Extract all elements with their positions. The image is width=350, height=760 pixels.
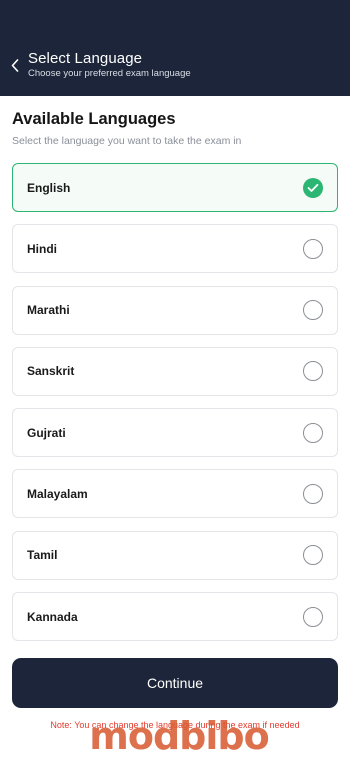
language-label: Sanskrit — [27, 364, 75, 379]
continue-button[interactable]: Continue — [12, 658, 338, 708]
app-header: Select Language Choose your preferred ex… — [0, 0, 350, 96]
language-label: Hindi — [27, 241, 57, 256]
language-label: Tamil — [27, 548, 58, 563]
radio-empty-icon[interactable] — [303, 606, 323, 627]
page-title: Select Language — [28, 50, 143, 67]
section-title: Available Languages — [12, 110, 176, 128]
radio-empty-icon[interactable] — [303, 422, 323, 443]
language-list: English Hindi Marathi Sanskrit Gujrati M… — [12, 163, 338, 653]
language-label: English — [27, 180, 71, 195]
language-label: Kannada — [27, 609, 78, 624]
radio-empty-icon[interactable] — [303, 361, 323, 382]
language-label: Malayalam — [27, 486, 88, 501]
language-option-tamil[interactable]: Tamil — [12, 530, 338, 580]
check-circle-icon[interactable] — [303, 177, 323, 198]
page-subtitle: Choose your preferred exam language — [28, 68, 191, 79]
language-option-english[interactable]: English — [12, 163, 338, 212]
language-change-note: Note: You can change the language during… — [50, 720, 300, 730]
radio-empty-icon[interactable] — [303, 483, 323, 504]
language-option-marathi[interactable]: Marathi — [12, 285, 338, 335]
section-subtitle: Select the language you want to take the… — [12, 135, 242, 147]
chevron-left-icon — [11, 58, 19, 72]
language-label: Gujrati — [27, 425, 66, 440]
radio-empty-icon[interactable] — [303, 545, 323, 566]
language-option-hindi[interactable]: Hindi — [12, 224, 338, 274]
language-option-sanskrit[interactable]: Sanskrit — [12, 346, 338, 396]
language-label: Marathi — [27, 303, 70, 318]
back-button[interactable] — [8, 56, 22, 74]
language-option-kannada[interactable]: Kannada — [12, 592, 338, 642]
radio-empty-icon[interactable] — [303, 238, 323, 259]
language-option-malayalam[interactable]: Malayalam — [12, 469, 338, 519]
language-option-gujrati[interactable]: Gujrati — [12, 408, 338, 458]
radio-empty-icon[interactable] — [303, 300, 323, 321]
